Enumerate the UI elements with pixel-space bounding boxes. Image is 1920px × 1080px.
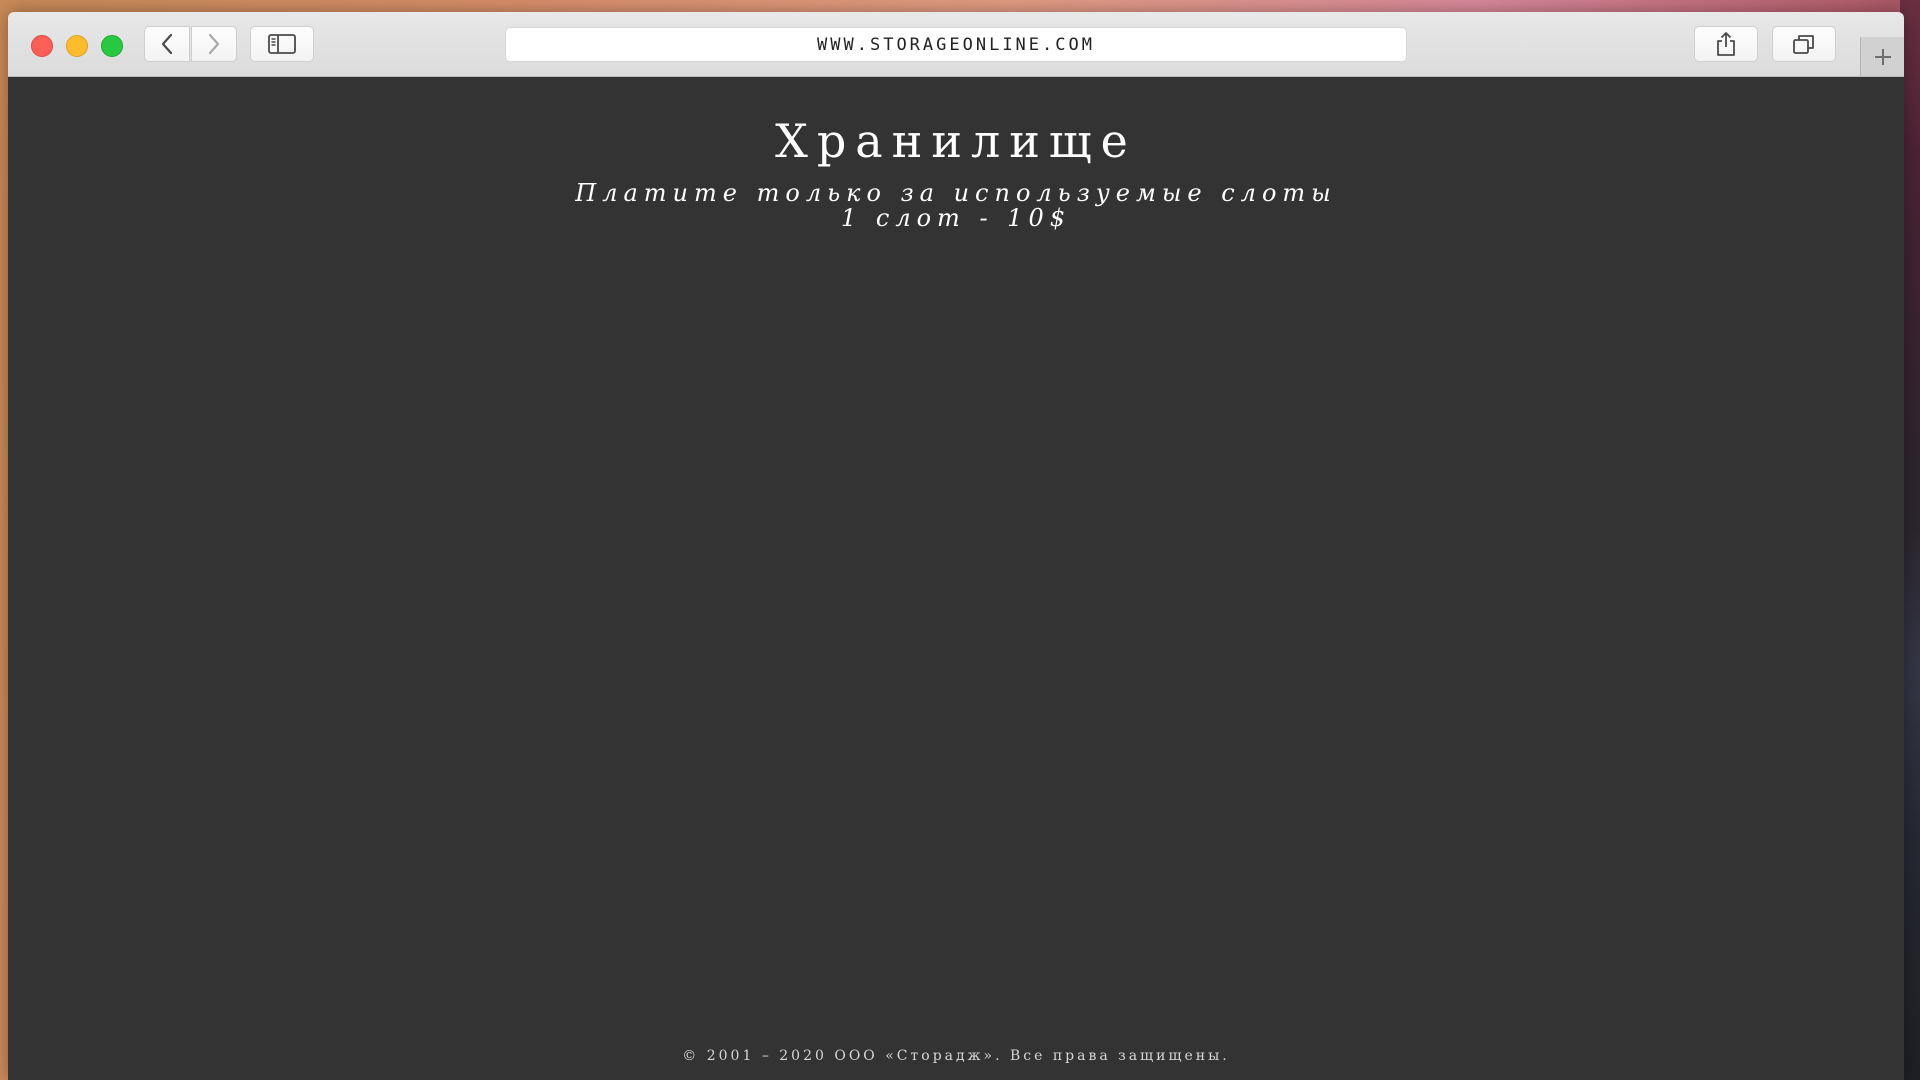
address-bar[interactable]: WWW.STORAGEONLINE.COM [505, 27, 1407, 62]
slot-price: 1 слот - 10$ [840, 204, 1071, 232]
close-window-button[interactable] [31, 35, 53, 57]
page-title: Хранилище [775, 114, 1137, 168]
sidebar-toggle-button[interactable] [250, 26, 314, 62]
tabs-overview-icon [1793, 35, 1814, 54]
browser-window: WWW.STORAGEONLINE.COM Хранилище Платите … [8, 12, 1904, 1080]
url-text: WWW.STORAGEONLINE.COM [817, 34, 1095, 55]
new-tab-button[interactable] [1860, 37, 1904, 76]
page-footer: © 2001 – 2020 ООО «Сторадж». Все права з… [682, 1048, 1230, 1064]
chevron-left-icon [161, 33, 173, 55]
chevron-right-icon [208, 33, 220, 55]
share-button[interactable] [1694, 26, 1758, 62]
pricing-tagline: Платите только за используемые слоты [575, 179, 1337, 207]
sidebar-icon [268, 34, 296, 54]
minimize-window-button[interactable] [66, 35, 88, 57]
share-icon [1717, 32, 1735, 56]
back-button[interactable] [144, 26, 190, 62]
plus-icon [1874, 48, 1891, 65]
tab-overview-button[interactable] [1772, 26, 1836, 62]
maximize-window-button[interactable] [101, 35, 123, 57]
forward-button[interactable] [191, 26, 237, 62]
page-content: Хранилище Платите только за используемые… [8, 77, 1904, 1080]
browser-toolbar: WWW.STORAGEONLINE.COM [8, 12, 1904, 77]
